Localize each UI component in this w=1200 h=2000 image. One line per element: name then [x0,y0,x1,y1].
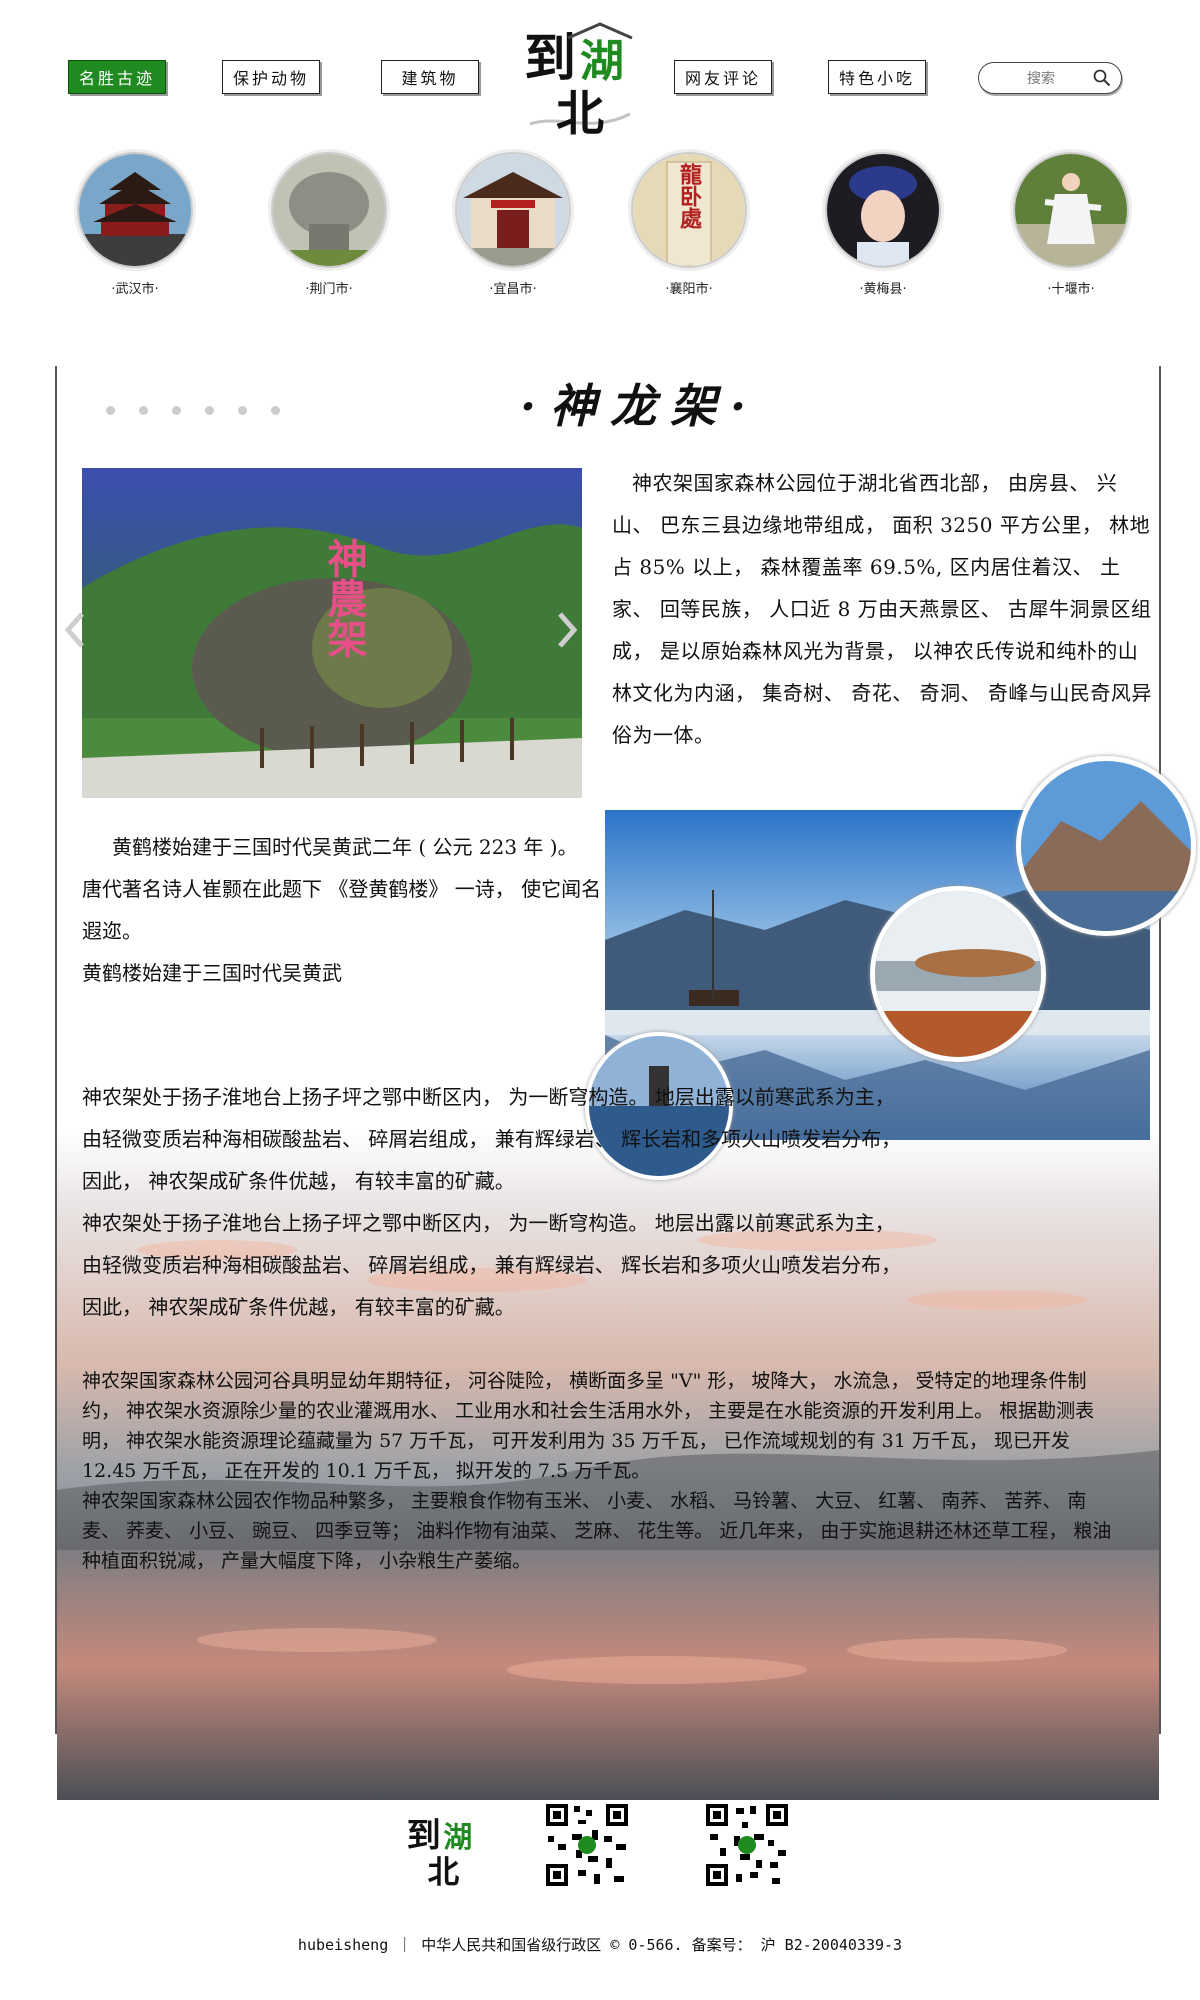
site-logo[interactable]: 到 湖 北 [520,14,648,144]
city-label: ·荆门市· [305,282,353,297]
geology-line: 由轻微变质岩种海相碳酸盐岩、 碎屑岩组成， 兼有辉绿岩、 辉长岩和多项火山喷发岩… [82,1253,902,1277]
footer-logo-icon[interactable]: 到 湖 北 [404,1806,488,1892]
geology-paragraph-2: 神农架处于扬子淮地台上扬子坪之鄂中断区内， 为一断穹构造。 地层出露以前寒武系为… [82,1202,1142,1328]
autumn-bubble-image [870,886,1046,1062]
search-box[interactable] [978,62,1122,94]
logo-icon: 到 湖 北 [524,22,633,142]
nav-item-scenic[interactable]: 名胜古迹 [68,60,166,94]
svg-text:到: 到 [407,1816,441,1856]
yellow-crane-text-2: 黄鹤楼始建于三国时代吴黄武 [82,961,342,985]
geology-line: 神农架处于扬子淮地台上扬子坪之鄂中断区内， 为一断穹构造。 地层出露以前寒武系为… [82,1211,895,1235]
svg-text:北: 北 [428,1853,460,1890]
wuhan-image [77,152,193,268]
nav-item-animals[interactable]: 保护动物 [222,60,320,94]
qr-code-icon [702,1800,792,1890]
geology-line: 神农架处于扬子淮地台上扬子坪之鄂中断区内， 为一断穹构造。 地层出露以前寒武系为… [82,1085,895,1109]
intro-paragraph: 神农架国家森林公园位于湖北省西北部， 由房县、 兴山、 巴东三县边缘地带组成， … [612,471,1152,747]
carousel-dot[interactable] [139,406,148,415]
jingmen-image [271,152,387,268]
city-label: ·十堰市· [1047,282,1095,297]
city-yichang[interactable]: ·宜昌市· [448,152,578,297]
section-title: ·神龙架· [519,379,761,433]
geology-paragraph-1: 神农架处于扬子淮地台上扬子坪之鄂中断区内， 为一断穹构造。 地层出露以前寒武系为… [82,1076,1142,1202]
nav-item-buildings[interactable]: 建筑物 [381,60,479,94]
geology-line: 因此， 神农架成矿条件优越， 有较丰富的矿藏。 [82,1169,515,1193]
city-label: ·宜昌市· [489,282,537,297]
city-label: ·襄阳市· [665,282,713,297]
nav-item-comments[interactable]: 网友评论 [674,60,772,94]
carousel-dot[interactable] [205,406,214,415]
shiyan-image [1013,152,1129,268]
svg-text:湖: 湖 [580,36,624,87]
search-input[interactable] [991,67,1091,91]
rock-inscription: 神農架 [321,538,368,658]
yellow-crane-text-1: 黄鹤楼始建于三国时代吴黄武二年 ( 公元 223 年 )。 唐代著名诗人崔颢在此… [82,835,602,943]
footer-copyright: hubeisheng ｜ 中华人民共和国省级行政区 © 0-566. 备案号： … [297,1936,903,1954]
yellow-crane-paragraph: 黄鹤楼始建于三国时代吴黄武二年 ( 公元 223 年 )。 唐代著名诗人崔颢在此… [82,826,602,994]
carousel-dot[interactable] [172,406,181,415]
water-text: 神农架国家森林公园河谷具明显幼年期特征， 河谷陡险， 横断面多呈 "V" 形， … [82,1370,1095,1482]
geology-line: 因此， 神农架成矿条件优越， 有较丰富的矿藏。 [82,1295,515,1319]
city-jingmen[interactable]: ·荆门市· [264,152,394,297]
search-icon[interactable] [1093,69,1111,87]
qr-code-icon [542,1800,632,1890]
city-huangmei[interactable]: ·黄梅县· [818,152,948,297]
carousel-prev-icon[interactable] [64,610,86,650]
geology-line: 由轻微变质岩种海相碳酸盐岩、 碎屑岩组成， 兼有辉绿岩、 辉长岩和多项火山喷发岩… [82,1127,902,1151]
carousel-next-icon[interactable] [556,610,578,650]
svg-text:湖: 湖 [443,1820,472,1854]
carousel-dot[interactable] [106,406,115,415]
carousel-dots[interactable] [106,406,280,415]
nav-item-snacks[interactable]: 特色小吃 [828,60,926,94]
city-label: ·武汉市· [111,282,159,297]
mountain-bubble-image [1016,756,1196,936]
crops-text: 神农架国家森林公园农作物品种繁多， 主要粮食作物有玉米、 小麦、 水稻、 马铃薯… [82,1490,1112,1572]
svg-text:北: 北 [556,86,604,142]
carousel-dot[interactable] [271,406,280,415]
city-wuhan[interactable]: ·武汉市· [70,152,200,297]
city-label: ·黄梅县· [859,282,907,297]
xiangyang-image: 龍卧處 [631,152,747,268]
carousel-image: 神農架 [82,468,582,798]
yichang-image [455,152,571,268]
city-shiyan[interactable]: ·十堰市· [1006,152,1136,297]
huangmei-image [825,152,941,268]
water-crops-paragraph: 神农架国家森林公园河谷具明显幼年期特征， 河谷陡险， 横断面多呈 "V" 形， … [82,1366,1122,1576]
city-xiangyang[interactable]: 龍卧處 ·襄阳市· [624,152,754,297]
svg-text:龍卧處: 龍卧處 [676,162,702,230]
carousel-dot[interactable] [238,406,247,415]
